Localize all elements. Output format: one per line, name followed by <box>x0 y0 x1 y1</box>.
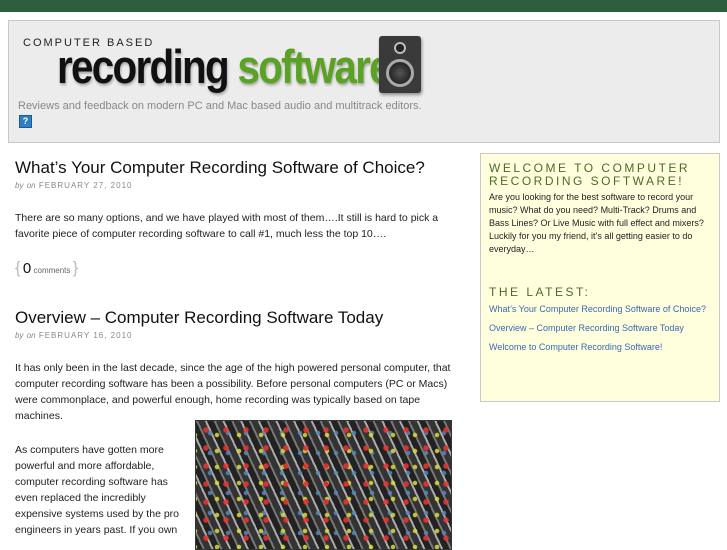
post-body-continued: As computers have gotten more powerful a… <box>15 442 185 538</box>
post-excerpt: There are so many options, and we have p… <box>15 212 439 240</box>
meta-by: by <box>15 331 24 340</box>
help-icon[interactable]: ? <box>19 115 32 128</box>
comments-label: comments <box>33 266 71 275</box>
meta-on: on <box>26 331 36 340</box>
post-date: FEBRUARY 27, 2010 <box>38 181 133 190</box>
top-bar <box>0 0 727 12</box>
post-meta: by on FEBRUARY 27, 2010 <box>15 181 455 190</box>
logo-word-recording: recording <box>57 40 230 93</box>
site-header: COMPUTER BASED recording software Review… <box>8 20 720 143</box>
welcome-text: Are you looking for the best software to… <box>489 192 704 254</box>
post-title[interactable]: Overview – Computer Recording Software T… <box>15 308 455 330</box>
latest-link[interactable]: Overview – Computer Recording Software T… <box>489 322 711 335</box>
mixing-console-image <box>195 420 452 550</box>
comments-link[interactable]: { 0 comments } <box>15 258 455 278</box>
post-title[interactable]: What’s Your Computer Recording Software … <box>15 158 455 180</box>
post-body: It has only been in the last decade, sin… <box>15 362 451 422</box>
latest-link[interactable]: Welcome to Computer Recording Software! <box>489 341 711 354</box>
sidebar: WELCOME TO COMPUTER RECORDING SOFTWARE! … <box>480 153 720 402</box>
comment-count: 0 <box>22 260 32 277</box>
post-date: FEBRUARY 16, 2010 <box>38 331 133 340</box>
post-paragraph: As computers have gotten more powerful a… <box>15 444 180 536</box>
main-content: What’s Your Computer Recording Software … <box>15 158 455 424</box>
latest-list: What’s Your Computer Recording Software … <box>489 303 711 354</box>
post-meta: by on FEBRUARY 16, 2010 <box>15 331 455 340</box>
post: What’s Your Computer Recording Software … <box>15 158 455 278</box>
welcome-heading: WELCOME TO COMPUTER RECORDING SOFTWARE! <box>489 161 691 188</box>
logo-word-software: software <box>237 40 391 93</box>
site-tagline: Reviews and feedback on modern PC and Ma… <box>18 100 422 112</box>
meta-by: by <box>15 181 24 190</box>
latest-heading: THE LATEST: <box>489 285 591 299</box>
latest-link[interactable]: What’s Your Computer Recording Software … <box>489 303 711 316</box>
post: Overview – Computer Recording Software T… <box>15 308 455 424</box>
speaker-icon <box>379 36 421 93</box>
site-logo[interactable]: recording software <box>57 39 392 94</box>
meta-on: on <box>26 181 36 190</box>
